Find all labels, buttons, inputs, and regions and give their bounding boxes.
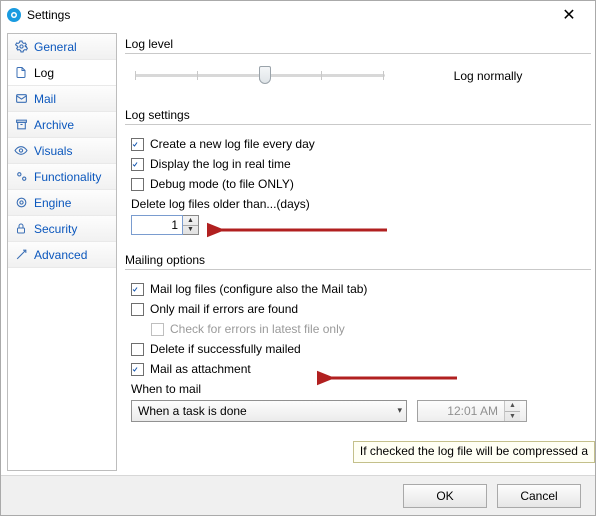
log-level-slider[interactable] — [135, 62, 385, 90]
sidebar-item-functionality[interactable]: Functionality — [8, 164, 116, 190]
label-delete-older: Delete log files older than...(days) — [131, 197, 591, 211]
wand-icon — [14, 248, 28, 262]
slider-thumb[interactable] — [259, 66, 271, 84]
checkbox-mail-log[interactable] — [131, 283, 144, 296]
label-mail-attachment: Mail as attachment — [150, 362, 251, 376]
spinner-up[interactable]: ▲ — [183, 216, 198, 226]
checkbox-realtime-log[interactable] — [131, 158, 144, 171]
sidebar-item-label: General — [34, 40, 77, 54]
time-value: 12:01 AM — [424, 404, 498, 418]
cancel-button[interactable]: Cancel — [497, 484, 581, 508]
sidebar-item-log[interactable]: Log — [8, 60, 116, 86]
eye-icon — [14, 144, 28, 158]
label-debug-mode: Debug mode (to file ONLY) — [150, 177, 294, 191]
app-icon — [7, 8, 21, 22]
archive-icon — [14, 118, 28, 132]
group-log-settings: Log settings — [125, 108, 595, 122]
spinner-down[interactable]: ▼ — [183, 226, 198, 235]
dropdown-when-to-mail[interactable]: When a task is done ▾ — [131, 400, 407, 422]
checkbox-delete-if-mailed[interactable] — [131, 343, 144, 356]
titlebar: Settings ✕ — [1, 1, 595, 29]
ok-button[interactable]: OK — [403, 484, 487, 508]
window-title: Settings — [27, 8, 70, 22]
chevron-down-icon: ▾ — [397, 405, 402, 416]
sidebar-item-label: Visuals — [34, 144, 72, 158]
sidebar-item-general[interactable]: General — [8, 34, 116, 60]
sidebar-item-label: Archive — [34, 118, 74, 132]
lock-icon — [14, 222, 28, 236]
settings-window: Settings ✕ General Log Mail Archive — [0, 0, 596, 516]
dropdown-value: When a task is done — [138, 404, 247, 418]
sidebar-item-engine[interactable]: Engine — [8, 190, 116, 216]
sidebar-item-mail[interactable]: Mail — [8, 86, 116, 112]
spinner-delete-days[interactable]: ▲ ▼ — [183, 215, 199, 235]
content-panel: Log level Log normally Log set — [117, 29, 595, 475]
label-when-to-mail: When to mail — [131, 382, 591, 396]
log-level-value: Log normally — [395, 69, 581, 83]
label-delete-if-mailed: Delete if successfully mailed — [150, 342, 301, 356]
checkbox-mail-attachment[interactable] — [131, 363, 144, 376]
label-create-new-log: Create a new log file every day — [150, 137, 315, 151]
dialog-footer: OK Cancel — [1, 475, 595, 515]
sidebar: General Log Mail Archive Visuals Functio… — [7, 33, 117, 471]
tooltip: If checked the log file will be compress… — [353, 441, 595, 463]
label-only-errors: Only mail if errors are found — [150, 302, 298, 316]
engine-icon — [14, 196, 28, 210]
checkbox-only-errors[interactable] — [131, 303, 144, 316]
cogs-icon — [14, 170, 28, 184]
input-delete-days[interactable] — [131, 215, 183, 235]
checkbox-create-new-log[interactable] — [131, 138, 144, 151]
document-icon — [14, 66, 28, 80]
spinner-down[interactable]: ▼ — [505, 412, 520, 422]
sidebar-item-visuals[interactable]: Visuals — [8, 138, 116, 164]
sidebar-item-label: Security — [34, 222, 77, 236]
mail-icon — [14, 92, 28, 106]
checkbox-debug-mode[interactable] — [131, 178, 144, 191]
sidebar-item-label: Log — [34, 66, 54, 80]
sidebar-item-label: Mail — [34, 92, 56, 106]
group-log-level: Log level — [125, 37, 595, 51]
label-realtime-log: Display the log in real time — [150, 157, 291, 171]
sidebar-item-security[interactable]: Security — [8, 216, 116, 242]
sidebar-item-advanced[interactable]: Advanced — [8, 242, 116, 268]
label-check-latest: Check for errors in latest file only — [170, 322, 345, 336]
sidebar-item-label: Advanced — [34, 248, 87, 262]
sidebar-item-archive[interactable]: Archive — [8, 112, 116, 138]
checkbox-check-latest — [151, 323, 164, 336]
sidebar-item-label: Engine — [34, 196, 71, 210]
sidebar-item-label: Functionality — [34, 170, 101, 184]
group-mailing: Mailing options — [125, 253, 595, 267]
label-mail-log: Mail log files (configure also the Mail … — [150, 282, 367, 296]
spinner-up[interactable]: ▲ — [505, 401, 520, 412]
gear-icon — [14, 40, 28, 54]
time-picker[interactable]: 12:01 AM ▲ ▼ — [417, 400, 527, 422]
close-button[interactable]: ✕ — [549, 1, 589, 29]
